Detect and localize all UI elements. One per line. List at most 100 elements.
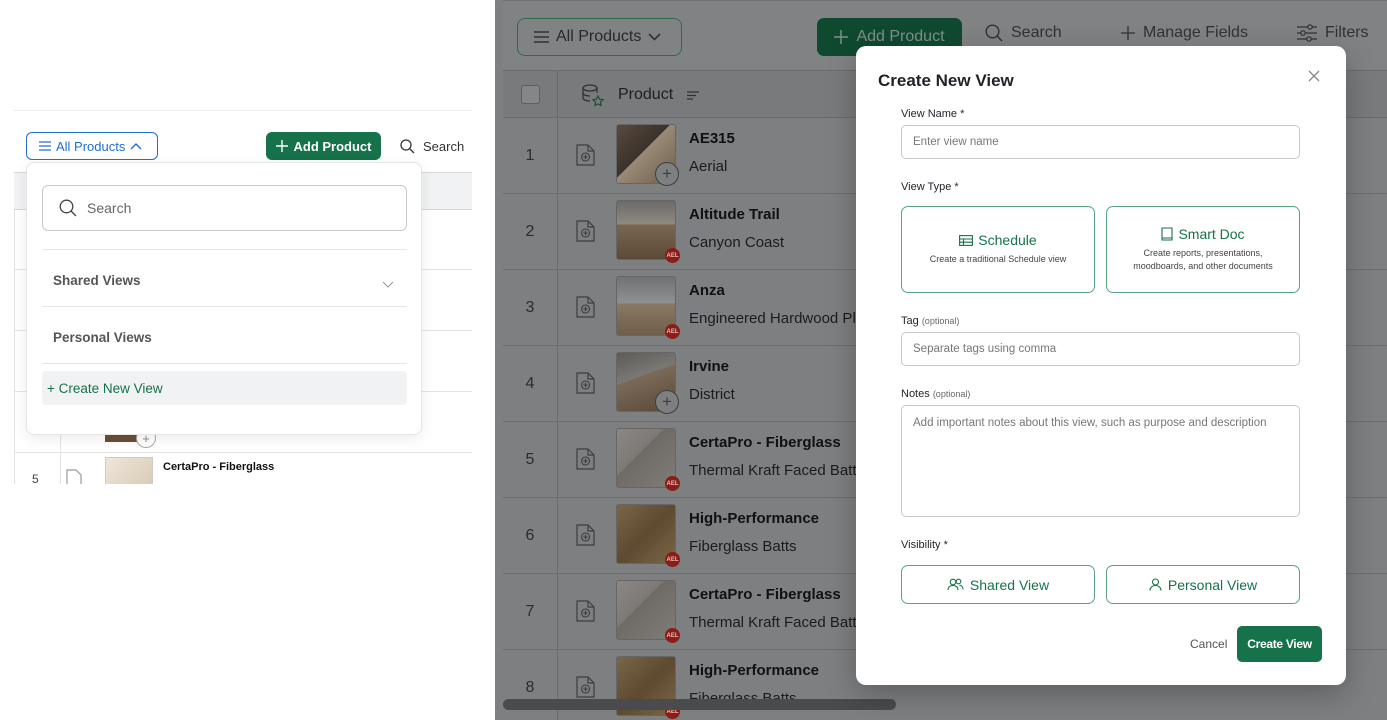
visibility-label: Visibility * — [901, 539, 948, 551]
views-search-placeholder: Search — [87, 200, 132, 216]
filters-label: Filters — [1325, 24, 1369, 41]
add-image-plus-icon[interactable]: + — [655, 390, 679, 414]
divider — [42, 363, 407, 364]
add-product-button[interactable]: Add Product — [266, 132, 381, 160]
filters-button[interactable]: Filters — [1297, 22, 1369, 44]
search-label: Search — [1011, 24, 1062, 41]
row-number: 3 — [525, 299, 535, 316]
database-star-icon — [581, 83, 605, 107]
left-panel: + 5 CertaPro - Fiberglass All Products A… — [0, 0, 495, 720]
notes-label-text: Notes — [901, 388, 930, 400]
row-number: 1 — [525, 147, 535, 164]
add-file-icon[interactable] — [65, 468, 83, 484]
all-products-label: All Products — [56, 138, 126, 154]
select-all-checkbox[interactable] — [521, 85, 540, 104]
row-number: 5 — [525, 451, 535, 468]
ael-badge: AEL — [665, 476, 680, 491]
schedule-type-option[interactable]: Schedule Create a traditional Schedule v… — [901, 206, 1095, 293]
notes-optional-text: (optional) — [932, 389, 971, 399]
smart-doc-type-option[interactable]: Smart Doc Create reports, presentations,… — [1106, 206, 1300, 293]
hamburger-icon — [39, 141, 51, 151]
close-icon[interactable] — [1307, 69, 1321, 83]
add-file-icon[interactable] — [575, 523, 597, 547]
product-title[interactable]: Irvine — [689, 358, 729, 375]
chevron-down-icon — [648, 33, 661, 41]
create-new-view-modal: Create New View View Name * View Type * … — [856, 46, 1346, 685]
add-file-icon[interactable] — [575, 447, 597, 471]
ael-badge: AEL — [665, 248, 680, 263]
add-file-icon[interactable] — [575, 295, 597, 319]
left-row-divider — [14, 452, 472, 453]
divider — [42, 249, 407, 250]
create-new-view-button[interactable]: + Create New View — [42, 371, 407, 405]
table-icon — [959, 235, 974, 246]
views-dropdown: Search Shared Views Personal Views + Cre… — [26, 162, 422, 435]
view-name-input[interactable] — [901, 125, 1300, 159]
ael-badge: AEL — [665, 628, 680, 643]
add-file-icon[interactable] — [575, 599, 597, 623]
tag-label: Tag (optional) — [901, 315, 959, 327]
product-title[interactable]: AE315 — [689, 130, 735, 147]
search-icon — [400, 138, 415, 154]
plus-icon — [275, 140, 288, 152]
divider — [42, 306, 407, 307]
row-number: 2 — [525, 223, 535, 240]
row-number: 7 — [525, 603, 535, 620]
user-icon — [1149, 578, 1162, 591]
sort-icon[interactable] — [687, 91, 699, 100]
shared-views-section[interactable]: Shared Views — [53, 273, 141, 288]
notes-textarea[interactable] — [901, 405, 1300, 517]
add-file-icon[interactable] — [575, 143, 597, 167]
ael-badge: AEL — [665, 552, 680, 567]
add-image-plus-icon[interactable]: + — [655, 162, 679, 186]
personal-views-section[interactable]: Personal Views — [53, 330, 152, 345]
hamburger-icon — [534, 31, 549, 43]
ael-badge: AEL — [665, 324, 680, 339]
users-icon — [947, 578, 964, 591]
product-title[interactable]: High-Performance — [689, 510, 819, 527]
search-label: Search — [423, 138, 465, 154]
views-search-input[interactable]: Search — [42, 185, 407, 231]
row-number: 6 — [525, 527, 535, 544]
schedule-description: Create a traditional Schedule view — [929, 254, 1067, 265]
left-row5-thumb — [105, 457, 153, 484]
add-product-label: Add Product — [293, 138, 372, 154]
view-name-label: View Name * — [901, 108, 965, 120]
add-product-label: Add Product — [856, 28, 945, 45]
all-products-button[interactable]: All Products — [517, 18, 682, 56]
schedule-title: Schedule — [978, 232, 1037, 249]
horizontal-scrollbar[interactable] — [503, 699, 896, 710]
personal-view-option[interactable]: Personal View — [1106, 565, 1300, 604]
tag-input[interactable] — [901, 332, 1300, 366]
cancel-button[interactable]: Cancel — [1190, 637, 1227, 651]
product-title[interactable]: CertaPro - Fiberglass — [689, 434, 841, 451]
product-column-header[interactable]: Product — [618, 86, 673, 104]
shared-view-option[interactable]: Shared View — [901, 565, 1095, 604]
product-subtitle: Canyon Coast — [689, 234, 785, 251]
search-button[interactable]: Search — [985, 22, 1062, 44]
product-title[interactable]: CertaPro - Fiberglass — [689, 586, 841, 603]
all-products-label: All Products — [556, 28, 642, 45]
product-title[interactable]: Anza — [689, 282, 725, 299]
modal-title: Create New View — [878, 71, 1014, 90]
product-subtitle: District — [689, 386, 735, 403]
add-file-icon[interactable] — [575, 371, 597, 395]
all-products-button[interactable]: All Products — [26, 132, 158, 160]
create-view-button[interactable]: Create View — [1237, 626, 1322, 662]
manage-fields-button[interactable]: Manage Fields — [1121, 22, 1248, 44]
product-title[interactable]: High-Performance — [689, 662, 819, 679]
tag-label-text: Tag — [901, 315, 919, 327]
product-title[interactable]: Altitude Trail — [689, 206, 780, 223]
row-number: 8 — [525, 679, 535, 696]
manage-fields-label: Manage Fields — [1143, 24, 1248, 41]
add-file-icon[interactable] — [575, 675, 597, 699]
product-subtitle: Thermal Kraft Faced Batts — [689, 614, 865, 631]
product-subtitle: Thermal Kraft Faced Batts — [689, 462, 865, 479]
chevron-down-icon[interactable] — [382, 281, 394, 288]
row-number: 4 — [525, 375, 535, 392]
search-button[interactable]: Search — [400, 132, 472, 160]
chevron-up-icon — [130, 142, 142, 150]
product-subtitle: Aerial — [689, 158, 728, 175]
tag-optional-text: (optional) — [921, 316, 960, 326]
add-file-icon[interactable] — [575, 219, 597, 243]
